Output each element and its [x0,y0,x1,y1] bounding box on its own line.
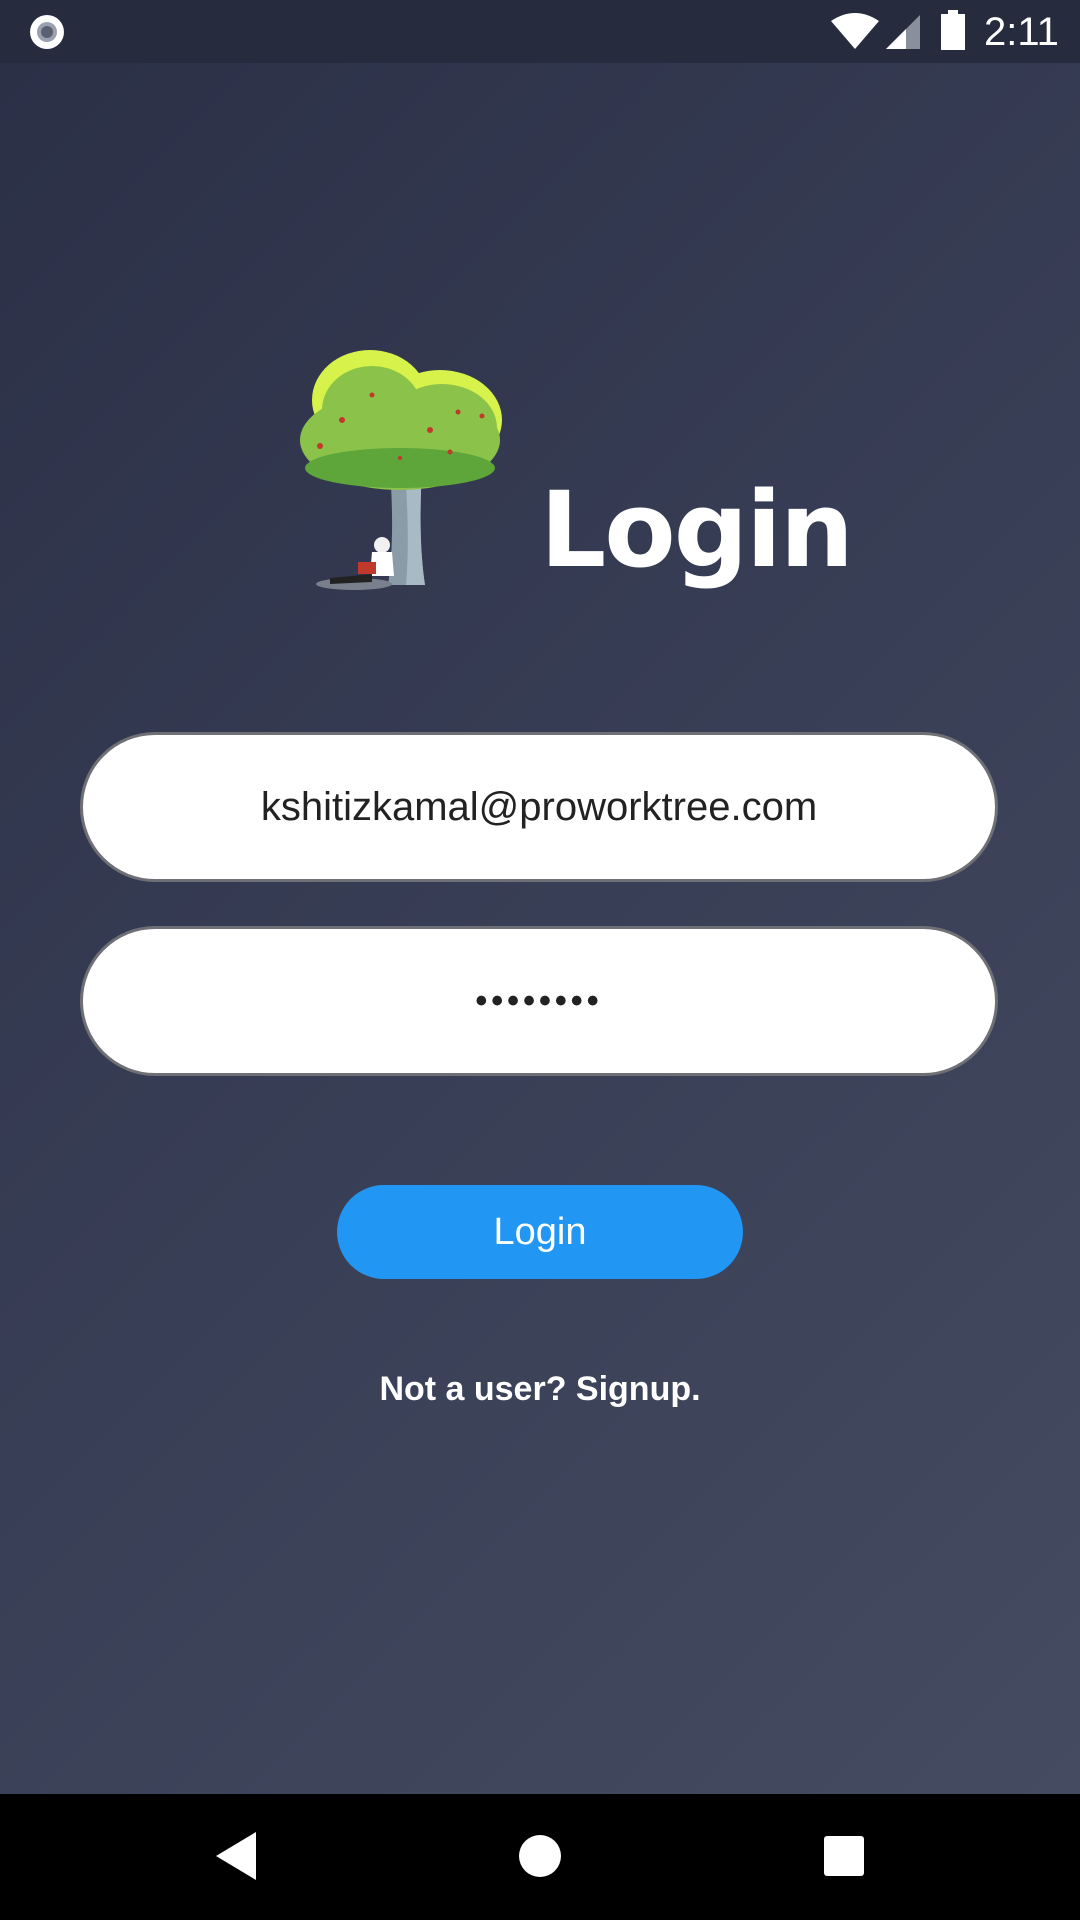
status-bar: 2:11 [0,0,1080,63]
battery-icon [941,10,965,50]
email-field[interactable]: kshitizkamal@proworktree.com [80,732,998,882]
navigation-bar [0,1794,1080,1920]
password-field[interactable]: •••••••• [80,926,998,1076]
back-icon[interactable] [214,1830,258,1882]
signal-icon [886,15,920,49]
page-title: Login [540,469,854,591]
recents-icon[interactable] [824,1836,864,1876]
signup-link[interactable]: Not a user? Signup. [0,1370,1080,1409]
login-button[interactable]: Login [337,1185,743,1279]
home-icon[interactable] [518,1834,562,1878]
tree-logo-icon [300,350,502,590]
status-time: 2:11 [984,10,1059,54]
wifi-icon [831,13,879,49]
record-icon [30,15,64,49]
